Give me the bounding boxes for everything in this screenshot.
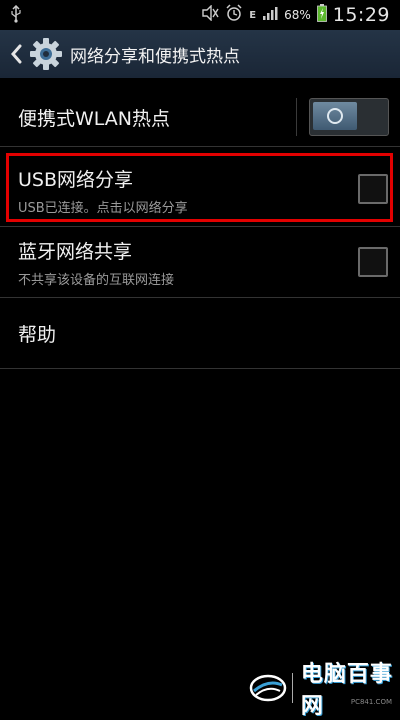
app-bar: 网络分享和便携式热点 [0, 30, 400, 78]
wlan-hotspot-toggle[interactable] [309, 98, 389, 136]
network-type-icon: E [249, 9, 257, 21]
bluetooth-tethering-checkbox[interactable] [358, 247, 388, 277]
page-title: 网络分享和便携式热点 [70, 46, 240, 67]
clock: 15:29 [332, 4, 390, 26]
signal-icon [262, 6, 278, 24]
watermark-text: 电脑百事网 [300, 662, 393, 719]
bluetooth-tethering-summary: 不共享该设备的互联网连接 [18, 273, 175, 288]
bluetooth-tethering-label: 蓝牙网络共享 [18, 241, 133, 263]
highlight-box [6, 153, 393, 222]
watermark: 电脑百事网 PC841.COM [248, 662, 398, 719]
help-row[interactable]: 帮助 [0, 298, 400, 368]
settings-gear-icon[interactable] [28, 36, 64, 72]
alarm-icon [225, 4, 243, 26]
usb-icon [10, 4, 22, 27]
watermark-logo-icon [248, 671, 288, 705]
separator [0, 368, 400, 369]
battery-charging-icon [316, 4, 327, 26]
back-arrow-icon[interactable] [6, 44, 26, 64]
status-bar: E 68% 15:29 [0, 0, 400, 30]
battery-percent: 68% [284, 8, 311, 22]
toggle-knob [313, 102, 357, 130]
bluetooth-tethering-row[interactable]: 蓝牙网络共享 不共享该设备的互联网连接 [0, 227, 400, 297]
divider [296, 98, 297, 136]
help-label: 帮助 [18, 324, 57, 346]
watermark-url: PC841.COM [350, 698, 392, 706]
mute-icon [201, 4, 219, 25]
wlan-hotspot-label: 便携式WLAN热点 [18, 108, 171, 130]
